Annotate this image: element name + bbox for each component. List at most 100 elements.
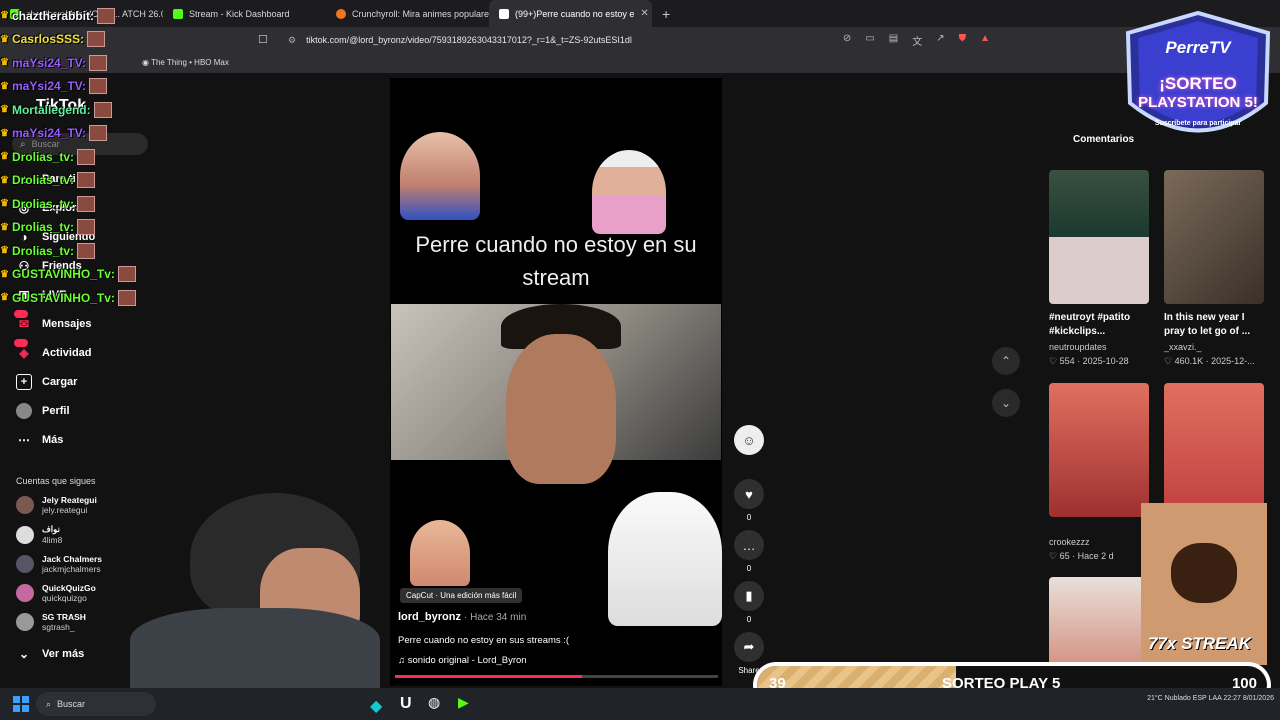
author-name: lord_byronz [398, 611, 461, 623]
emote-icon [87, 31, 105, 48]
author-avatar-button[interactable]: ☺ [734, 425, 764, 455]
site-info-icon[interactable]: ⚙ [288, 35, 296, 46]
stats-text: 460.1K · 2025-12-... [1174, 356, 1255, 366]
avatar [16, 496, 34, 514]
video-author[interactable]: lord_byronz · Hace 34 min [398, 611, 526, 623]
brave-shield-icon[interactable]: ⛊ [959, 33, 967, 48]
video-frame-face [391, 304, 721, 484]
following-item[interactable]: Jack Chalmers jackmjchalmers [16, 554, 102, 574]
close-tab-icon[interactable]: ✕ [640, 8, 648, 19]
save-button[interactable]: ▮ [734, 581, 764, 611]
following-handle: jely.reategui [42, 505, 88, 515]
chevron-up-icon: ⌃ [1000, 354, 1012, 368]
crown-icon: ♛ [0, 245, 9, 257]
rewards-icon[interactable]: ▲ [980, 33, 990, 48]
stats-text: 554 · 2025-10-28 [1059, 356, 1129, 366]
following-name: QuickQuizGo [42, 583, 96, 593]
following-item[interactable]: SG TRASH sgtrash_ [16, 612, 86, 632]
nav-label: Más [42, 434, 64, 446]
following-name: SG TRASH [42, 612, 86, 622]
sidebar-icon[interactable]: ▤ [889, 33, 898, 48]
comment-count: 0 [746, 564, 752, 573]
url-field[interactable]: ⚙ tiktok.com/@lord_byronz/video/75931892… [280, 30, 1000, 50]
thumb-2[interactable] [1164, 170, 1264, 304]
nav-perfil[interactable]: Perfil [16, 403, 70, 419]
kick-icon[interactable]: ▶ [458, 694, 469, 711]
translate-icon[interactable]: 文 [912, 33, 922, 48]
tab-label: (99+)Perre cuando no estoy e [515, 8, 635, 19]
share-button[interactable]: ➦ [734, 632, 764, 662]
emote-icon [117, 266, 136, 283]
avatar [16, 584, 34, 602]
emote-icon [77, 172, 95, 189]
promo-line-3: Suscríbete para participar [1154, 120, 1242, 127]
promo-brand: PerreTV [1165, 38, 1231, 57]
crown-icon: ♛ [0, 80, 9, 92]
reader-icon[interactable]: ▭ [865, 33, 874, 48]
face-shape [506, 334, 616, 484]
see-more-link[interactable]: ⌄ Ver más [16, 646, 84, 662]
following-title: Cuentas que sigues [16, 476, 96, 486]
nav-mensajes[interactable]: ✉ 99+ Mensajes [14, 310, 92, 332]
thumb-user[interactable]: crookezzz [1049, 537, 1090, 547]
comment-button[interactable]: … [734, 530, 764, 560]
crown-icon: ♛ [0, 57, 9, 69]
tab-tiktok[interactable]: (99+)Perre cuando no estoy e ✕ [489, 0, 652, 27]
video-caption-overlay: Perre cuando no estoy en su stream [415, 232, 697, 290]
chat-username: Drolias_tv: [11, 149, 74, 164]
messages-icon: ✉ 99+ [14, 310, 30, 331]
prev-video-button[interactable]: ⌃ [992, 347, 1020, 375]
windows-start-icon[interactable] [13, 696, 29, 712]
no-track-icon[interactable]: ⊘ [843, 33, 851, 48]
next-video-button[interactable]: ⌄ [992, 389, 1020, 417]
chat-line: ♛ maYsi24_TV: [0, 122, 170, 146]
notification-badge: 99+ [14, 339, 29, 347]
tab-crunchyroll[interactable]: Crunchyroll: Mira animes populares, [326, 0, 489, 27]
thumb-stats: ♡ 65 · Hace 2 d [1049, 551, 1114, 562]
chat-username: Drolias_tv: [11, 196, 74, 211]
thumb-1[interactable] [1049, 170, 1149, 304]
taskbar-search-label: Buscar [57, 699, 86, 709]
upload-icon: + [16, 374, 32, 390]
nav-actividad[interactable]: ◈ 99+ Actividad [14, 339, 92, 361]
thumb-4[interactable] [1164, 383, 1264, 517]
bookmark-icon[interactable]: ☐ [258, 33, 268, 46]
capcut-badge[interactable]: CapCut · Una edición más fácil [400, 588, 523, 603]
nav-mas[interactable]: ⋯ Más [16, 432, 63, 448]
chevron-down-icon: ⌄ [18, 647, 30, 661]
following-handle: sgtrash_ [42, 622, 75, 632]
following-item[interactable]: نواف 4lim8 [16, 524, 62, 545]
chat-line: ♛ Drolias_tv: [0, 145, 170, 169]
crown-icon: ♛ [0, 292, 9, 304]
new-tab-button[interactable]: + [652, 6, 680, 22]
chat-line: ♛ Drolias_tv: [0, 216, 170, 240]
emote-icon [77, 148, 95, 165]
thumb-user[interactable]: neutroupdates [1049, 342, 1107, 352]
heart-icon: ♡ [1049, 551, 1058, 561]
crown-icon: ♛ [0, 198, 9, 210]
video-progress-bar[interactable] [395, 675, 718, 678]
nav-label: Perfil [42, 405, 70, 417]
video-sound[interactable]: ♫ sonido original - Lord_Byron [398, 655, 527, 666]
taskbar-search[interactable]: ⌕ Buscar [36, 692, 156, 716]
following-item[interactable]: Jely Reategui jely.reategui [16, 495, 97, 515]
notification-badge: 99+ [14, 310, 29, 318]
tab-kick-dashboard[interactable]: Stream - Kick Dashboard [163, 0, 326, 27]
like-button[interactable]: ♥ [734, 479, 764, 509]
nav-cargar[interactable]: + Cargar [16, 374, 77, 390]
crown-icon: ♛ [0, 10, 9, 22]
thumb-user[interactable]: _xxavzi._ [1164, 342, 1202, 352]
following-item[interactable]: QuickQuizGo quickquizgo [16, 583, 96, 603]
obs-icon[interactable]: ◍ [428, 694, 440, 711]
chat-line: ♛ Drolias_tv: [0, 169, 170, 193]
system-tray[interactable]: 21°C Nublado ESP LAA 22:27 8/01/2026 [1147, 694, 1274, 704]
unreal-icon[interactable]: U [400, 695, 412, 713]
chat-username: maYsi24_TV: [11, 79, 87, 94]
search-icon: ⌕ [46, 698, 52, 709]
app-icon[interactable]: ◆ [370, 696, 382, 716]
chevron-down-icon: ⌄ [1000, 396, 1012, 410]
thumb-3[interactable] [1049, 383, 1149, 517]
chat-username: GUSTAVINHO_Tv: [11, 290, 115, 305]
share-icon[interactable]: ↗ [936, 33, 944, 48]
chat-username: maYsi24_TV: [11, 55, 87, 70]
